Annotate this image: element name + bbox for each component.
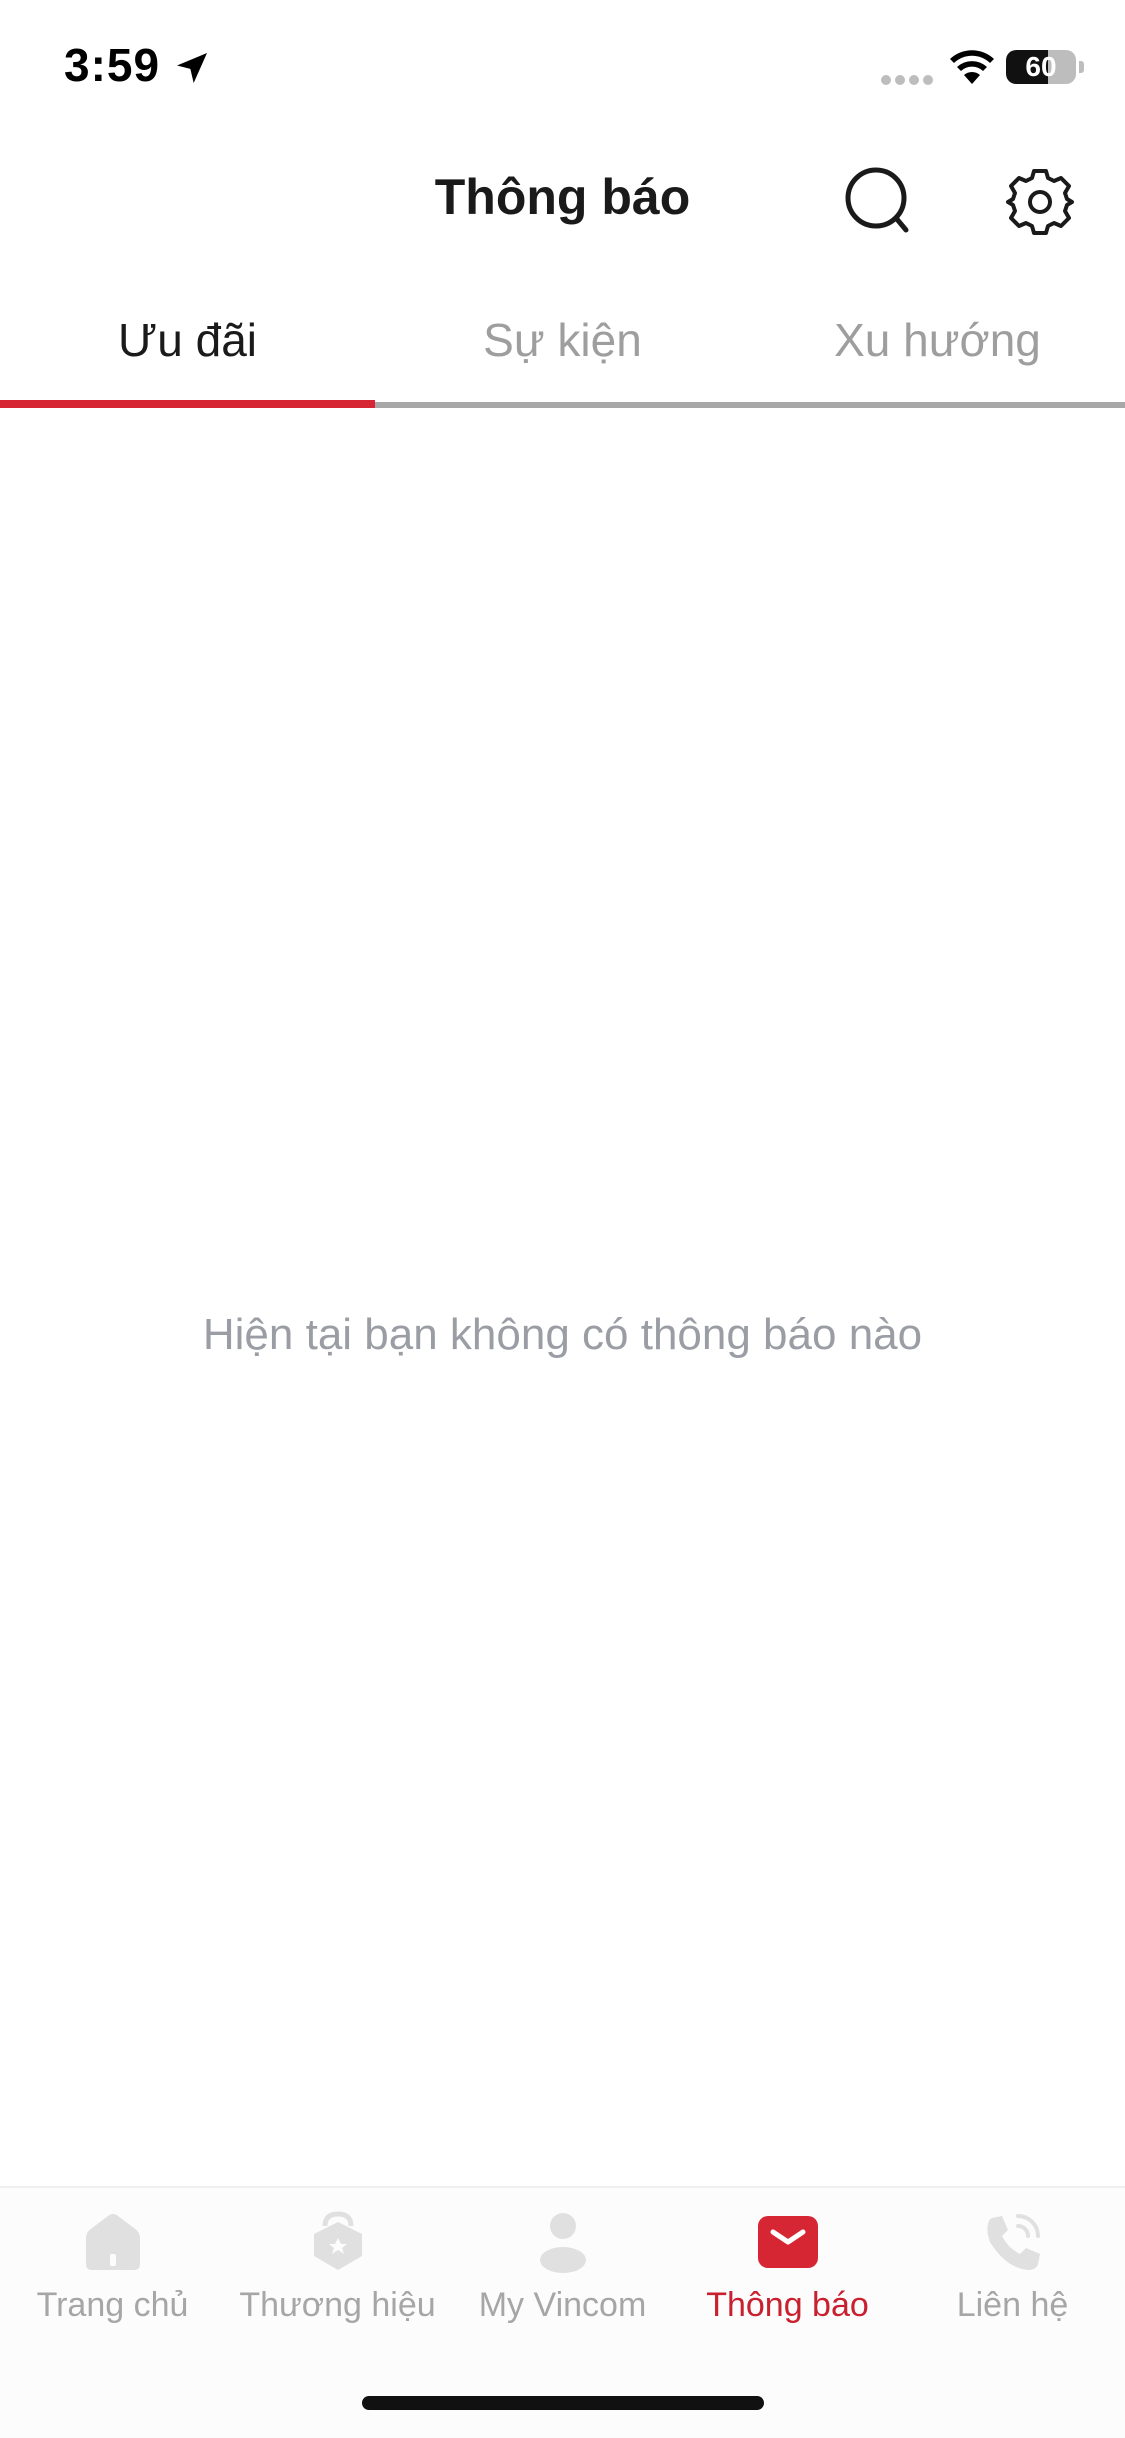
nav-item-lien-he[interactable]: Liên hệ (900, 2188, 1125, 2328)
nav-item-thuong-hieu[interactable]: Thương hiệu (225, 2188, 450, 2328)
home-indicator (362, 2396, 764, 2410)
nav-label: Thông báo (706, 2286, 869, 2324)
battery-level: 60 (1025, 51, 1057, 82)
user-icon (540, 2213, 586, 2273)
nav-item-thong-bao[interactable]: Thông báo (675, 2188, 900, 2328)
settings-button[interactable] (1000, 162, 1080, 242)
tab-uu-dai[interactable]: Ưu đãi (0, 290, 375, 400)
location-arrow-icon (177, 53, 207, 83)
tab-xu-huong[interactable]: Xu hướng (750, 290, 1125, 400)
mail-icon (758, 2216, 818, 2268)
home-icon (86, 2214, 140, 2270)
nav-label: Thương hiệu (239, 2286, 436, 2324)
page-title: Thông báo (434, 169, 691, 225)
brand-badge-icon (314, 2211, 362, 2270)
signal-icon (881, 75, 933, 85)
status-bar: 3:59 60 (0, 0, 1125, 140)
nav-item-trang-chu[interactable]: Trang chủ (0, 2188, 225, 2328)
search-button[interactable] (840, 162, 920, 242)
settings-gear-icon (1006, 169, 1074, 235)
battery-cap (1079, 61, 1084, 73)
nav-label: My Vincom (478, 2286, 647, 2324)
status-time: 3:59 (64, 39, 161, 91)
tab-su-kien[interactable]: Sự kiện (375, 290, 750, 400)
tab-bar: Ưu đãi Sự kiện Xu hướng (0, 290, 1125, 410)
nav-label: Liên hệ (956, 2286, 1069, 2324)
header: Thông báo (0, 140, 1125, 260)
nav-label: Trang chủ (36, 2286, 189, 2324)
nav-item-my-vincom[interactable]: My Vincom (450, 2188, 675, 2328)
search-icon (845, 167, 909, 233)
empty-state-message: Hiện tại bạn không có thông báo nào (202, 1310, 923, 1359)
active-tab-indicator (0, 400, 375, 408)
battery-icon: 60 (1006, 50, 1076, 84)
wifi-icon (950, 50, 994, 84)
phone-icon (987, 2214, 1040, 2270)
